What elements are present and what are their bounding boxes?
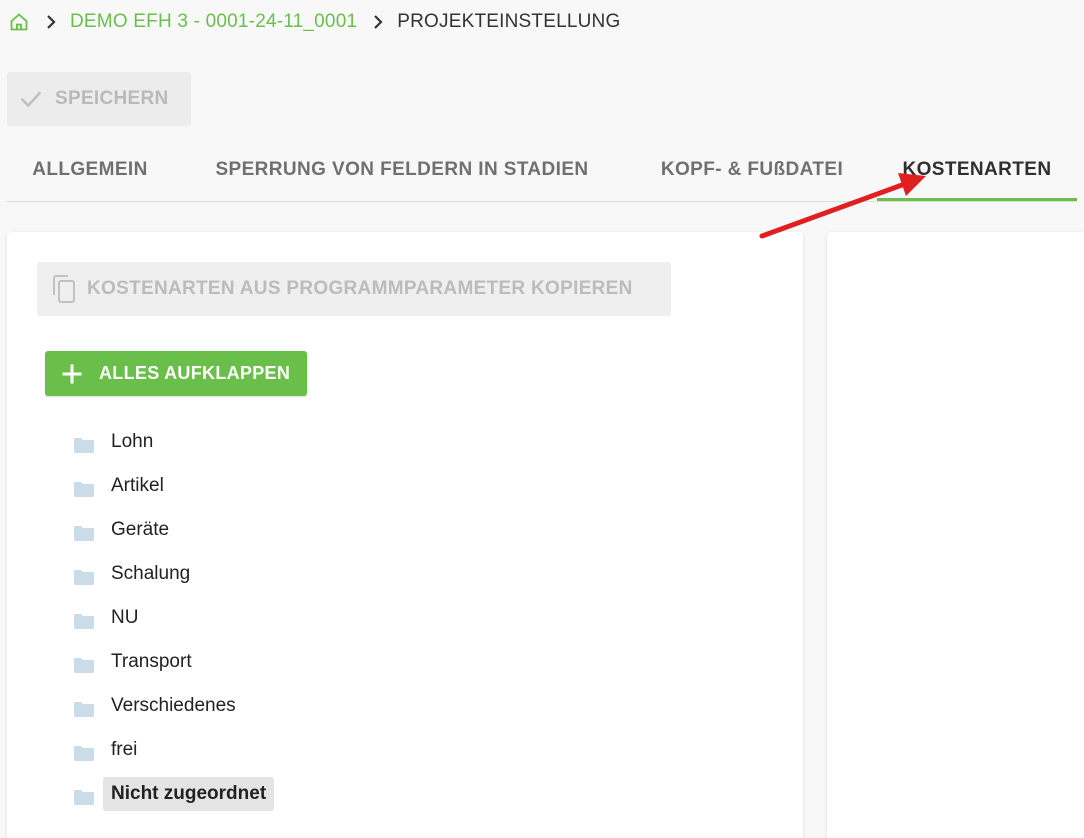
folder-icon xyxy=(74,746,94,761)
folder-icon xyxy=(74,482,94,497)
tree-item-label: Artikel xyxy=(111,475,164,496)
tree-item-transport[interactable]: Transport xyxy=(73,644,200,680)
expand-all-button[interactable]: ALLES AUFKLAPPEN xyxy=(45,351,307,396)
folder-icon xyxy=(74,526,94,541)
breadcrumb: DEMO EFH 3 - 0001-24-11_0001 PROJEKTEINS… xyxy=(8,8,620,36)
breadcrumb-current: PROJEKTEINSTELLUNG xyxy=(397,11,621,32)
tree-item-label: Schalung xyxy=(111,563,191,584)
tab-kopf-fussdatei[interactable]: KOPF- & FUßDATEI xyxy=(632,140,872,200)
chevron-right-icon xyxy=(38,11,64,33)
tree-item-label: Transport xyxy=(111,651,192,672)
save-button-label: SPEICHERN xyxy=(55,88,169,109)
detail-panel xyxy=(827,232,1084,838)
copy-button-label: KOSTENARTEN AUS PROGRAMMPARAMETER KOPIER… xyxy=(87,278,633,299)
plus-icon xyxy=(61,363,83,385)
folder-icon xyxy=(74,570,94,585)
tree-item-label: Verschiedenes xyxy=(111,695,236,716)
tree-item-nicht-zugeordnet[interactable]: Nicht zugeordnet xyxy=(73,776,275,812)
tab-bar: ALLGEMEIN SPERRUNG VON FELDERN IN STADIE… xyxy=(7,140,1077,202)
expand-button-label: ALLES AUFKLAPPEN xyxy=(99,363,291,383)
tab-kostenarten[interactable]: KOSTENARTEN xyxy=(877,140,1077,200)
folder-icon xyxy=(74,702,94,717)
save-button[interactable]: SPEICHERN xyxy=(7,72,191,126)
cost-types-panel: KOSTENARTEN AUS PROGRAMMPARAMETER KOPIER… xyxy=(7,232,803,838)
folder-icon xyxy=(74,438,94,453)
tree-item-schalung[interactable]: Schalung xyxy=(73,556,198,592)
tree-item-frei[interactable]: frei xyxy=(73,732,145,768)
tree-item-label: Nicht zugeordnet xyxy=(103,777,275,811)
check-icon xyxy=(17,85,45,113)
copy-cost-types-button[interactable]: KOSTENARTEN AUS PROGRAMMPARAMETER KOPIER… xyxy=(37,262,671,316)
folder-icon xyxy=(74,658,94,673)
home-icon[interactable] xyxy=(8,11,30,33)
tree-item-nu[interactable]: NU xyxy=(73,600,146,636)
tree-item-label: Geräte xyxy=(111,519,170,540)
tree-item-label: frei xyxy=(111,739,138,760)
breadcrumb-project-link[interactable]: DEMO EFH 3 - 0001-24-11_0001 xyxy=(70,11,357,33)
tree-item-geraete[interactable]: Geräte xyxy=(73,512,177,548)
tree-item-verschiedenes[interactable]: Verschiedenes xyxy=(73,688,244,724)
tab-allgemein[interactable]: ALLGEMEIN xyxy=(7,140,173,200)
copy-icon xyxy=(47,273,79,305)
tab-sperrung[interactable]: SPERRUNG VON FELDERN IN STADIEN xyxy=(192,140,612,200)
tree-item-lohn[interactable]: Lohn xyxy=(73,424,161,460)
tree-item-label: NU xyxy=(111,607,139,628)
folder-icon xyxy=(74,614,94,629)
tree-item-label: Lohn xyxy=(111,431,154,452)
folder-icon xyxy=(74,790,94,805)
active-tab-indicator xyxy=(877,198,1077,201)
chevron-right-icon xyxy=(365,11,391,33)
tree-item-artikel[interactable]: Artikel xyxy=(73,468,172,504)
